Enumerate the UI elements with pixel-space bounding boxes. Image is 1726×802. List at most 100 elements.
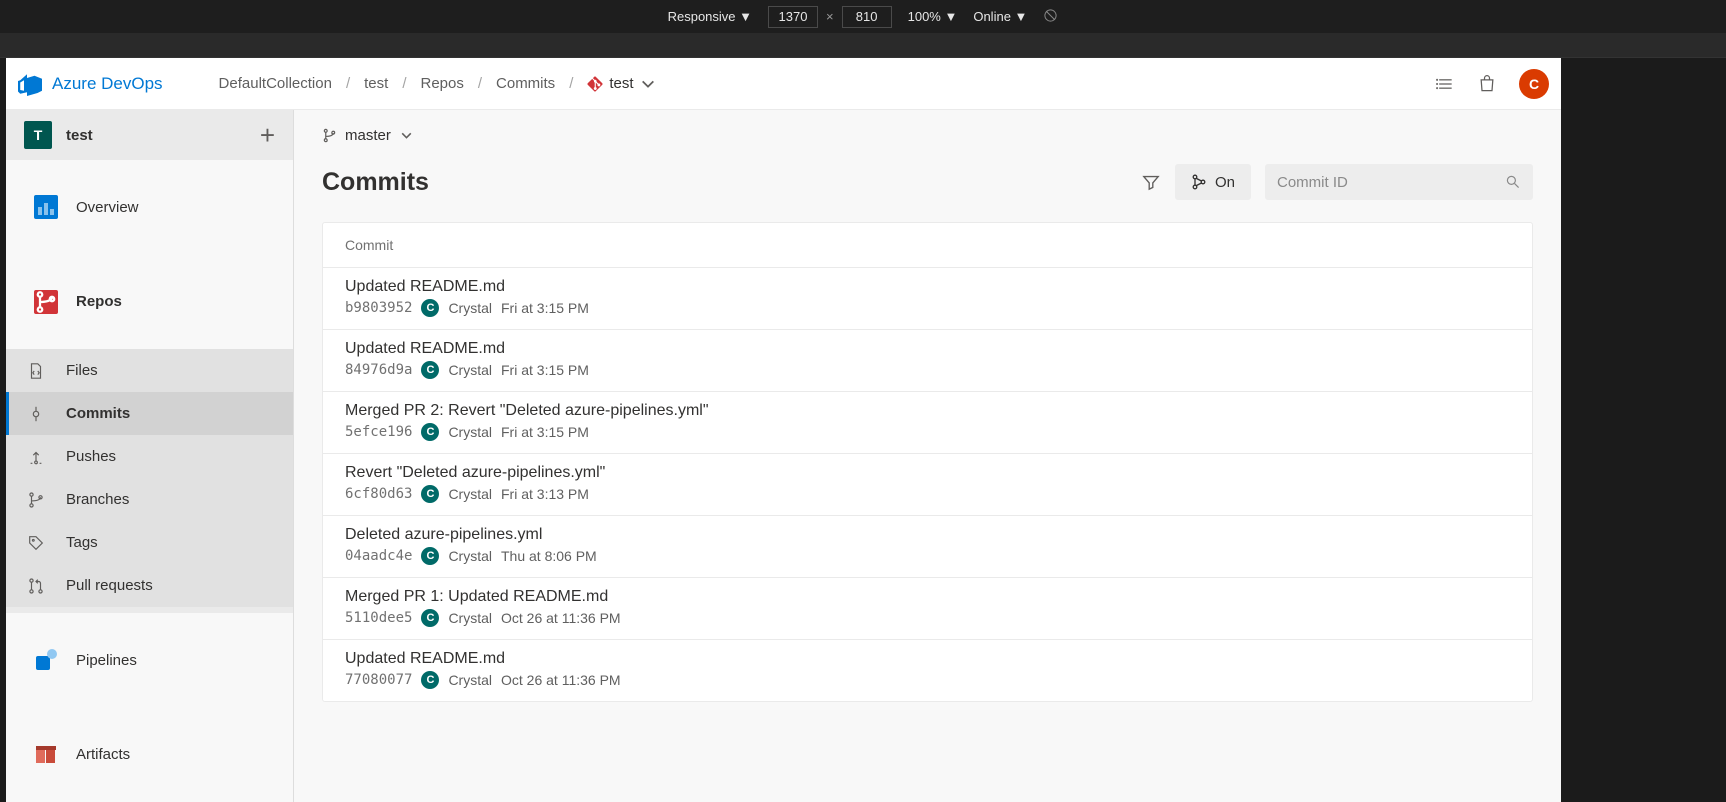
commit-title: Updated README.md (345, 278, 1510, 296)
breadcrumb-page[interactable]: Commits (496, 75, 555, 92)
devtools-ruler (0, 34, 1726, 58)
project-selector[interactable]: T test + (6, 110, 293, 160)
author-avatar: C (421, 671, 439, 689)
commit-date: Oct 26 at 11:36 PM (501, 672, 621, 688)
new-item-button[interactable]: + (260, 120, 275, 151)
author-avatar: C (421, 361, 439, 379)
nav-pipelines[interactable]: Pipelines (6, 613, 293, 708)
pipelines-icon (34, 648, 58, 672)
breadcrumb-collection[interactable]: DefaultCollection (219, 75, 332, 92)
branch-selector[interactable]: master (322, 110, 1533, 160)
commit-author: Crystal (448, 486, 492, 502)
repos-icon (34, 290, 58, 314)
commit-row[interactable]: Merged PR 2: Revert "Deleted azure-pipel… (323, 392, 1532, 454)
commit-hash[interactable]: 04aadc4e (345, 548, 412, 564)
commit-title: Updated README.md (345, 650, 1510, 668)
device-width-input[interactable] (768, 6, 818, 28)
commit-row[interactable]: Updated README.mdb9803952CCrystalFri at … (323, 268, 1532, 330)
device-height-input[interactable] (842, 6, 892, 28)
nav-commits[interactable]: Commits (6, 392, 293, 435)
commit-date: Thu at 8:06 PM (501, 548, 597, 564)
breadcrumb-separator: / (402, 75, 406, 92)
commit-author: Crystal (448, 424, 492, 440)
author-avatar: C (421, 423, 439, 441)
search-icon (1505, 174, 1521, 190)
page-title: Commits (322, 168, 1131, 197)
throttle-dropdown[interactable]: Online ▼ (973, 9, 1027, 24)
commit-date: Fri at 3:15 PM (501, 424, 589, 440)
project-name: test (66, 127, 260, 144)
commit-hash[interactable]: 6cf80d63 (345, 486, 412, 502)
commit-row[interactable]: Updated README.md 84976d9a C Crystal Fri at … (323, 330, 1532, 392)
shopping-bag-icon[interactable] (1477, 74, 1497, 94)
azure-devops-icon (18, 72, 42, 96)
commit-icon (27, 405, 45, 423)
breadcrumb-separator: / (478, 75, 482, 92)
breadcrumb-separator: / (346, 75, 350, 92)
commit-row[interactable]: Updated README.md 77080077 C Crystal Oct 26 … (323, 640, 1532, 701)
project-badge: T (24, 121, 52, 149)
commit-author: Crystal (448, 672, 492, 688)
pull-request-icon (27, 577, 45, 595)
commit-hash[interactable]: b9803952 (345, 300, 412, 316)
graph-toggle[interactable]: On (1175, 164, 1251, 200)
app-frame: Azure DevOps DefaultCollection / test / … (6, 58, 1561, 802)
branch-icon (322, 128, 337, 143)
main-content: master Commits On Commit Upda (294, 110, 1561, 802)
commits-list-header: Commit (323, 223, 1532, 268)
commit-row[interactable]: Revert "Deleted azure-pipelines.yml"6cf8… (323, 454, 1532, 516)
nav-files[interactable]: Files (6, 349, 293, 392)
top-header: Azure DevOps DefaultCollection / test / … (6, 58, 1561, 110)
branch-icon (27, 491, 45, 509)
nav-artifacts[interactable]: Artifacts (6, 708, 293, 802)
nav-overview[interactable]: Overview (6, 160, 293, 255)
commit-hash[interactable]: 5110dee5 (345, 610, 412, 626)
brand-text: Azure DevOps (52, 74, 163, 94)
chevron-down-icon (399, 128, 414, 143)
nav-pull-requests[interactable]: Pull requests (6, 564, 293, 607)
breadcrumb-project[interactable]: test (364, 75, 388, 92)
breadcrumb-separator: / (569, 75, 573, 92)
commit-hash[interactable]: 77080077 (345, 672, 412, 688)
commit-search-input[interactable] (1277, 174, 1505, 191)
artifacts-icon (34, 743, 58, 767)
overview-icon (34, 195, 58, 219)
commit-row[interactable]: Merged PR 1: Updated README.md 5110dee5 CC… (323, 578, 1532, 640)
author-avatar: C (421, 485, 439, 503)
user-avatar[interactable]: C (1519, 69, 1549, 99)
graph-icon (1191, 174, 1207, 190)
breadcrumb: DefaultCollection / test / Repos / Commi… (219, 75, 656, 92)
commit-title: Merged PR 1: Updated README.md (345, 588, 1510, 606)
tag-icon (27, 534, 45, 552)
push-icon (27, 448, 45, 466)
commit-hash[interactable]: 84976d9a (345, 362, 412, 378)
commit-author: Crystal (448, 362, 492, 378)
nav-repos[interactable]: Repos (6, 255, 293, 350)
breadcrumb-area[interactable]: Repos (420, 75, 463, 92)
commit-author: Crystal (448, 548, 492, 564)
nav-pushes[interactable]: Pushes (6, 435, 293, 478)
breadcrumb-repo-dropdown[interactable]: test (587, 75, 655, 92)
commit-title: Deleted azure-pipelines.yml (345, 526, 1510, 544)
zoom-dropdown[interactable]: 100% ▼ (908, 9, 958, 24)
list-view-icon[interactable] (1435, 74, 1455, 94)
author-avatar: C (421, 609, 439, 627)
commit-row[interactable]: Deleted azure-pipelines.yml04aadc4eCCrys… (323, 516, 1532, 578)
nav-branches[interactable]: Branches (6, 478, 293, 521)
commit-title: Updated README.md (345, 340, 1510, 358)
commit-date: Fri at 3:15 PM (501, 300, 589, 316)
git-repo-icon (587, 76, 603, 92)
commit-hash[interactable]: 5efce196 (345, 424, 412, 440)
responsive-dropdown[interactable]: Responsive ▼ (668, 9, 752, 24)
rotate-icon[interactable] (1043, 8, 1058, 26)
commit-date: Fri at 3:15 PM (501, 362, 589, 378)
dimension-separator: × (826, 9, 834, 24)
commit-author: Crystal (448, 610, 492, 626)
nav-tags[interactable]: Tags (6, 521, 293, 564)
filter-button[interactable] (1131, 164, 1171, 200)
commit-search[interactable] (1265, 164, 1533, 200)
filter-icon (1142, 173, 1160, 191)
brand-link[interactable]: Azure DevOps (18, 72, 163, 96)
commit-author: Crystal (448, 300, 492, 316)
commit-date: Fri at 3:13 PM (501, 486, 589, 502)
